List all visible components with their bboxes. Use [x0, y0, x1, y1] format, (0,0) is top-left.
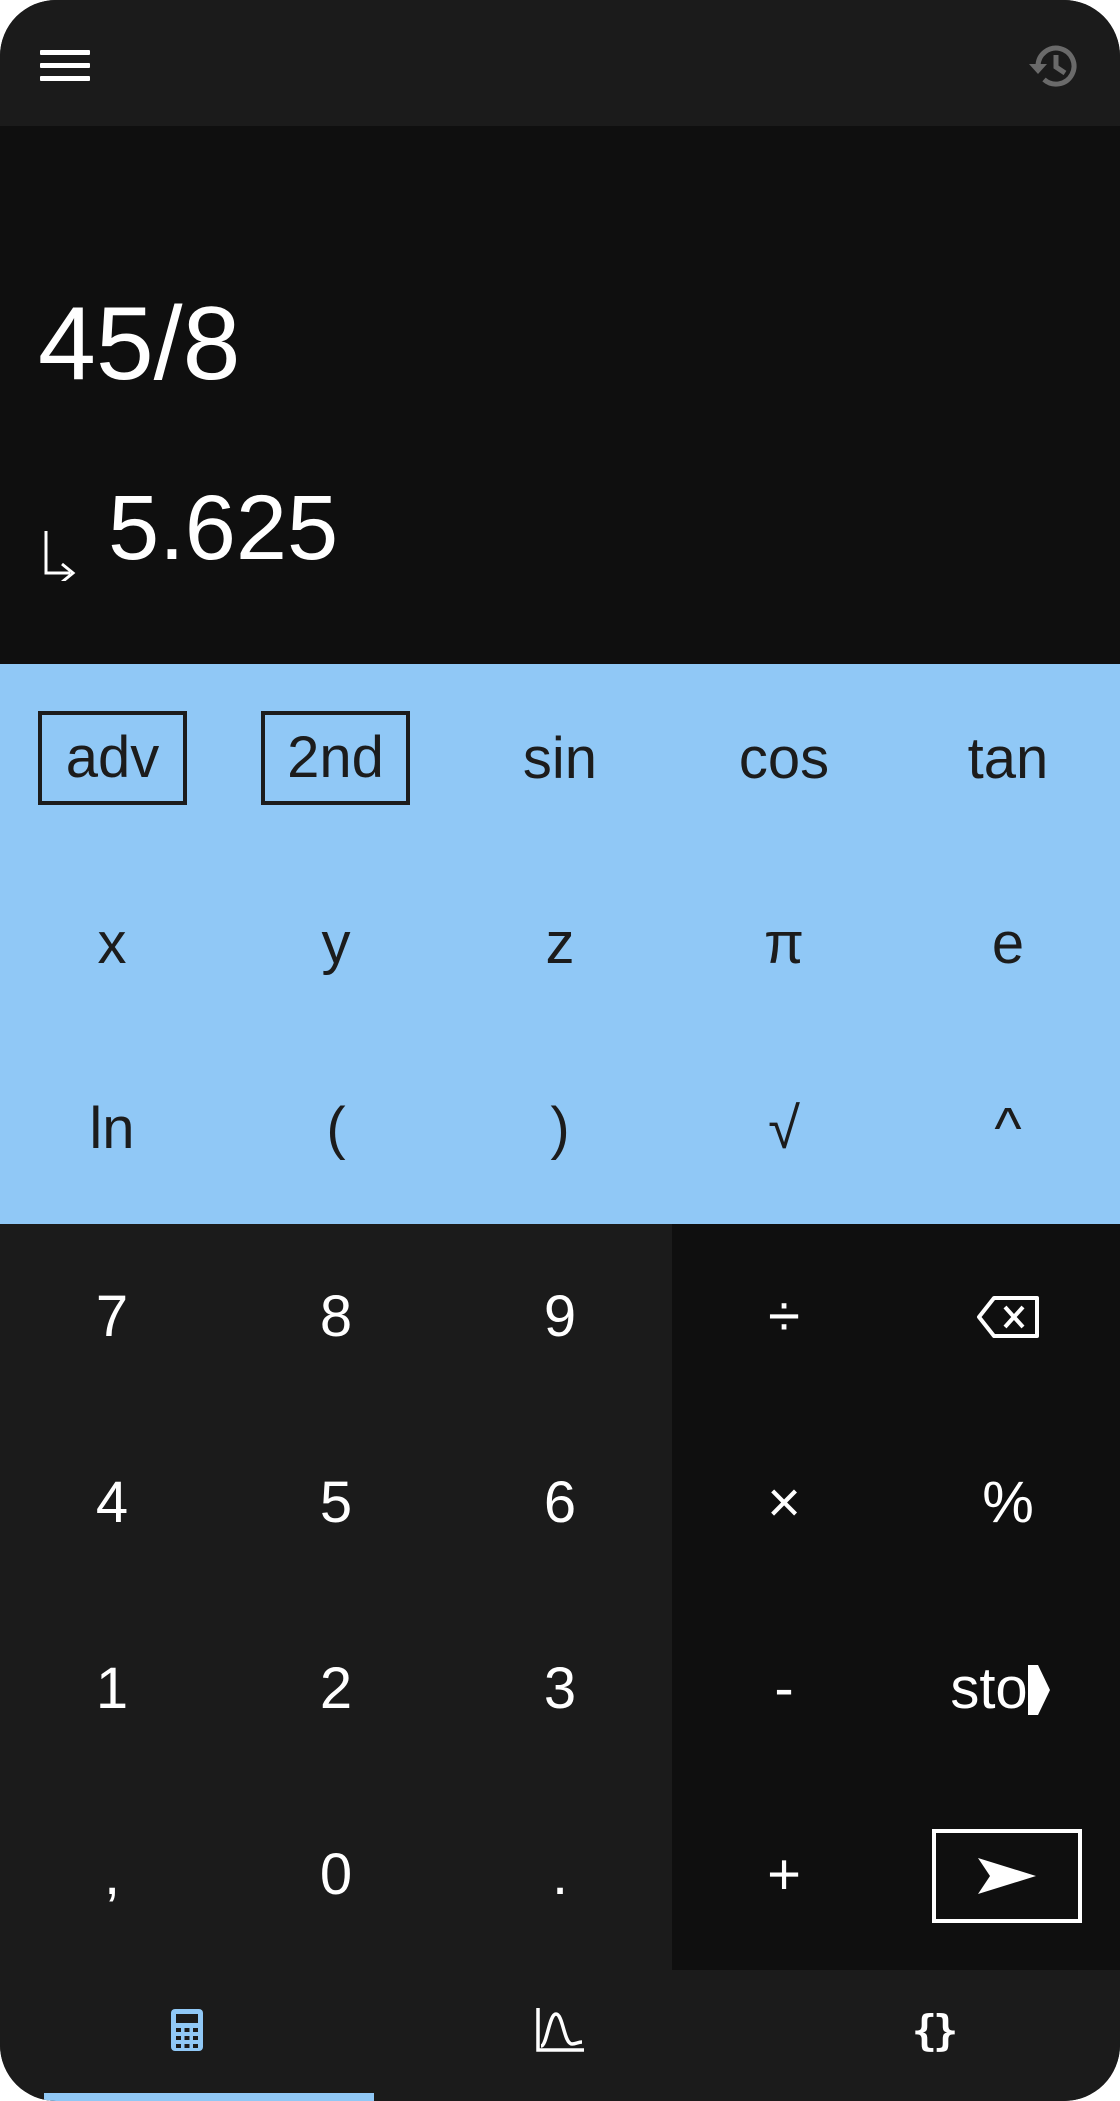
advanced-keypad: adv 2nd sin cos tan x y z π e ln ( ) √ ^: [0, 664, 1120, 1224]
variable-x-button[interactable]: x: [0, 869, 224, 1019]
sin-button[interactable]: sin: [448, 684, 672, 834]
tab-graph[interactable]: [373, 1970, 746, 2090]
euler-e-button[interactable]: e: [896, 869, 1120, 1019]
digit-2-button[interactable]: 2: [224, 1596, 448, 1782]
digit-9-button[interactable]: 9: [448, 1224, 672, 1410]
enter-arrow-icon: [978, 1858, 1036, 1894]
second-label: 2nd: [287, 725, 384, 790]
divide-button[interactable]: ÷: [672, 1224, 896, 1410]
close-paren-button[interactable]: ): [448, 1054, 672, 1204]
operator-pad: ÷ × % - sto +: [672, 1224, 1120, 1970]
store-arrow-icon: [1027, 1665, 1050, 1715]
digit-3-button[interactable]: 3: [448, 1596, 672, 1782]
active-tab-indicator: [44, 2093, 374, 2101]
digit-8-button[interactable]: 8: [224, 1224, 448, 1410]
subtract-button[interactable]: -: [672, 1596, 896, 1782]
digit-4-button[interactable]: 4: [0, 1410, 224, 1596]
backspace-icon: [977, 1296, 1039, 1338]
decimal-point-button[interactable]: .: [448, 1782, 672, 1968]
power-button[interactable]: ^: [896, 1054, 1120, 1204]
digit-0-button[interactable]: 0: [224, 1782, 448, 1968]
adv-label: adv: [65, 725, 160, 790]
pi-button[interactable]: π: [672, 869, 896, 1019]
adv-toggle-button[interactable]: adv: [38, 711, 187, 805]
digit-5-button[interactable]: 5: [224, 1410, 448, 1596]
enter-button[interactable]: [932, 1829, 1082, 1923]
result-display: 5.625: [108, 477, 339, 579]
percent-button[interactable]: %: [896, 1410, 1120, 1596]
cos-button[interactable]: cos: [672, 684, 896, 834]
result-arrow-icon: [44, 531, 76, 581]
tan-button[interactable]: tan: [896, 684, 1120, 834]
graph-icon: [535, 2008, 584, 2052]
number-pad: 7 8 9 4 5 6 1 2 3 , 0 .: [0, 1224, 672, 1970]
backspace-button[interactable]: [896, 1224, 1120, 1410]
calculator-icon: [170, 2009, 203, 2051]
store-button[interactable]: sto: [896, 1596, 1120, 1782]
top-bar: [0, 0, 1120, 126]
tab-calculator[interactable]: [0, 1970, 373, 2090]
comma-button[interactable]: ,: [0, 1782, 224, 1968]
digit-1-button[interactable]: 1: [0, 1596, 224, 1782]
expression-display[interactable]: 45/8: [38, 292, 240, 396]
sqrt-button[interactable]: √: [672, 1054, 896, 1204]
bottom-navigation: {}: [0, 1970, 1120, 2101]
menu-icon[interactable]: [40, 50, 90, 82]
store-label: sto: [950, 1656, 1028, 1721]
braces-icon: {}: [911, 2005, 959, 2055]
calculator-app: 45/8 5.625 adv 2nd sin cos tan x y z π e…: [0, 0, 1120, 2101]
digit-7-button[interactable]: 7: [0, 1224, 224, 1410]
open-paren-button[interactable]: (: [224, 1054, 448, 1204]
multiply-button[interactable]: ×: [672, 1410, 896, 1596]
digit-6-button[interactable]: 6: [448, 1410, 672, 1596]
tab-programming[interactable]: {}: [746, 1970, 1120, 2090]
add-button[interactable]: +: [672, 1782, 896, 1968]
history-icon[interactable]: [1024, 36, 1084, 96]
variable-z-button[interactable]: z: [448, 869, 672, 1019]
display-area: 45/8 5.625: [0, 126, 1120, 664]
second-function-button[interactable]: 2nd: [261, 711, 410, 805]
variable-y-button[interactable]: y: [224, 869, 448, 1019]
ln-button[interactable]: ln: [0, 1054, 224, 1204]
